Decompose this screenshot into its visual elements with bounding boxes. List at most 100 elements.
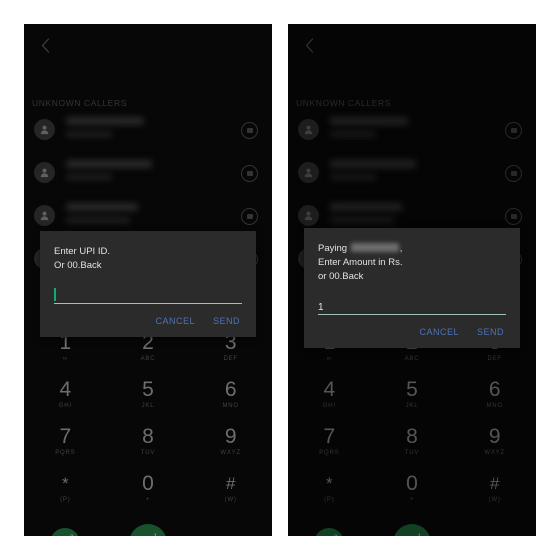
- list-item[interactable]: [288, 116, 536, 150]
- dialpad-key-6[interactable]: 6 MNO: [189, 371, 272, 418]
- video-call-icon[interactable]: [505, 208, 522, 225]
- send-button[interactable]: SEND: [477, 327, 504, 337]
- avatar: [298, 162, 319, 183]
- dialpad-key-5[interactable]: 5 JKL: [371, 371, 454, 418]
- contact-subtitle-redacted: [66, 217, 130, 223]
- video-call-icon[interactable]: [241, 208, 258, 225]
- dialpad-digit: 5: [406, 378, 418, 401]
- dialpad-sublabel: ABC: [404, 356, 420, 362]
- cancel-button[interactable]: CANCEL: [155, 316, 195, 326]
- dialpad-sublabel: GHI: [322, 403, 336, 409]
- dialpad-digit: 7: [323, 425, 336, 448]
- contact-subtitle-redacted: [330, 131, 376, 137]
- upi-id-dialog: Enter UPI ID. Or 00.Back CANCEL SEND: [40, 231, 256, 337]
- video-call-icon[interactable]: [241, 122, 258, 139]
- list-item[interactable]: [288, 159, 536, 193]
- list-item-text: [66, 160, 152, 180]
- chevron-left-icon[interactable]: [298, 34, 320, 56]
- dialpad-digit: 0: [406, 472, 418, 495]
- dialpad-row: 7 PQRS 8 TUV 9 WXYZ: [288, 418, 536, 465]
- avatar: [34, 162, 55, 183]
- dialpad-row: 7 PQRS 8 TUV 9 WXYZ: [24, 418, 272, 465]
- section-title-unknown-callers: UNKNOWN CALLERS: [32, 98, 127, 108]
- dialpad-digit: 6: [488, 378, 501, 401]
- dialpad-key-0[interactable]: 0 +: [107, 465, 190, 512]
- dialpad-sublabel: MNO: [486, 403, 503, 409]
- send-button[interactable]: SEND: [213, 316, 240, 326]
- dialpad-sublabel: +: [409, 497, 415, 503]
- dialog-message: Enter UPI ID. Or 00.Back: [40, 231, 256, 273]
- dialpad-row: * (P) 0 + # (W): [24, 465, 272, 512]
- sim-badge: 1: [154, 534, 157, 536]
- call-button-sim1[interactable]: 1: [393, 524, 431, 536]
- dialpad-sublabel: ABC: [140, 356, 156, 362]
- list-item[interactable]: [24, 116, 272, 150]
- dialpad-digit: 4: [59, 378, 72, 401]
- list-item-text: [66, 203, 138, 223]
- dialog-line-1: Paying ,: [318, 242, 506, 256]
- dialpad-sublabel: ∞: [62, 356, 68, 362]
- dialpad-key-5[interactable]: 5 JKL: [107, 371, 190, 418]
- dialpad-digit: *: [62, 474, 69, 493]
- dialpad-key-star[interactable]: * (P): [24, 465, 107, 512]
- paying-prefix: Paying: [318, 243, 348, 254]
- amount-dialog: Paying , Enter Amount in Rs. or 00.Back …: [304, 228, 520, 348]
- dialpad-actions: 2 1: [288, 512, 536, 536]
- video-call-icon[interactable]: [505, 122, 522, 139]
- dialog-line-2: Enter Amount in Rs.: [318, 257, 403, 268]
- contact-name-redacted: [330, 160, 416, 168]
- contact-subtitle-redacted: [330, 174, 376, 180]
- dialog-message: Paying , Enter Amount in Rs. or 00.Back: [304, 228, 520, 284]
- contact-subtitle-redacted: [66, 174, 112, 180]
- dialpad-key-6[interactable]: 6 MNO: [453, 371, 536, 418]
- dialpad-key-9[interactable]: 9 WXYZ: [453, 418, 536, 465]
- contact-name-redacted: [66, 117, 144, 125]
- call-button-sim2[interactable]: 2: [50, 528, 81, 536]
- dialpad-sublabel: (P): [324, 497, 335, 503]
- sim-badge: 1: [418, 534, 421, 536]
- dialpad-sublabel: (P): [60, 497, 71, 503]
- dialpad-sublabel: +: [145, 497, 151, 503]
- dialpad-key-hash[interactable]: # (W): [453, 465, 536, 512]
- screenshot-stage: UNKNOWN CALLERS 1 ∞ 2 ABC 3 DEF 4 GHI 5 …: [0, 0, 560, 560]
- dialog-actions: CANCEL SEND: [304, 315, 520, 348]
- amount-input[interactable]: 1: [318, 296, 506, 315]
- list-item-text: [330, 160, 416, 180]
- contact-subtitle-redacted: [66, 131, 112, 137]
- dialpad-key-9[interactable]: 9 WXYZ: [189, 418, 272, 465]
- top-app-bar-left: [24, 24, 272, 68]
- dialpad-key-hash[interactable]: # (W): [189, 465, 272, 512]
- dialpad-key-star[interactable]: * (P): [288, 465, 371, 512]
- dialpad-digit: #: [225, 474, 236, 493]
- sim-badge: 2: [70, 535, 73, 536]
- upi-id-input[interactable]: [54, 285, 242, 304]
- avatar: [34, 205, 55, 226]
- dialpad-row: 4 GHI 5 JKL 6 MNO: [24, 371, 272, 418]
- cancel-button[interactable]: CANCEL: [419, 327, 459, 337]
- dialpad-key-7[interactable]: 7 PQRS: [24, 418, 107, 465]
- list-item[interactable]: [24, 159, 272, 193]
- dialpad-sublabel: JKL: [405, 403, 419, 409]
- dialpad-digit: 7: [59, 425, 72, 448]
- paying-suffix: ,: [399, 243, 403, 254]
- dialpad-key-7[interactable]: 7 PQRS: [288, 418, 371, 465]
- list-item-text: [66, 117, 144, 137]
- dialpad-left: 1 ∞ 2 ABC 3 DEF 4 GHI 5 JKL 6 MNO 7 PQRS…: [24, 324, 272, 536]
- video-call-icon[interactable]: [241, 165, 258, 182]
- dialpad-key-0[interactable]: 0 +: [371, 465, 454, 512]
- call-button-sim2[interactable]: 2: [314, 528, 345, 536]
- dialpad-key-4[interactable]: 4 GHI: [24, 371, 107, 418]
- dialpad-key-8[interactable]: 8 TUV: [107, 418, 190, 465]
- video-call-icon[interactable]: [505, 165, 522, 182]
- dialog-line-1: Enter UPI ID.: [54, 246, 110, 257]
- payee-name-redacted: [350, 243, 399, 252]
- chevron-left-icon[interactable]: [34, 34, 56, 56]
- dialpad-sublabel: WXYZ: [484, 450, 505, 456]
- dialpad-sublabel: (W): [224, 497, 237, 503]
- dialpad-row: 4 GHI 5 JKL 6 MNO: [288, 371, 536, 418]
- avatar: [298, 119, 319, 140]
- call-button-sim1[interactable]: 1: [129, 524, 167, 536]
- contact-name-redacted: [66, 203, 138, 211]
- dialpad-key-8[interactable]: 8 TUV: [371, 418, 454, 465]
- dialpad-key-4[interactable]: 4 GHI: [288, 371, 371, 418]
